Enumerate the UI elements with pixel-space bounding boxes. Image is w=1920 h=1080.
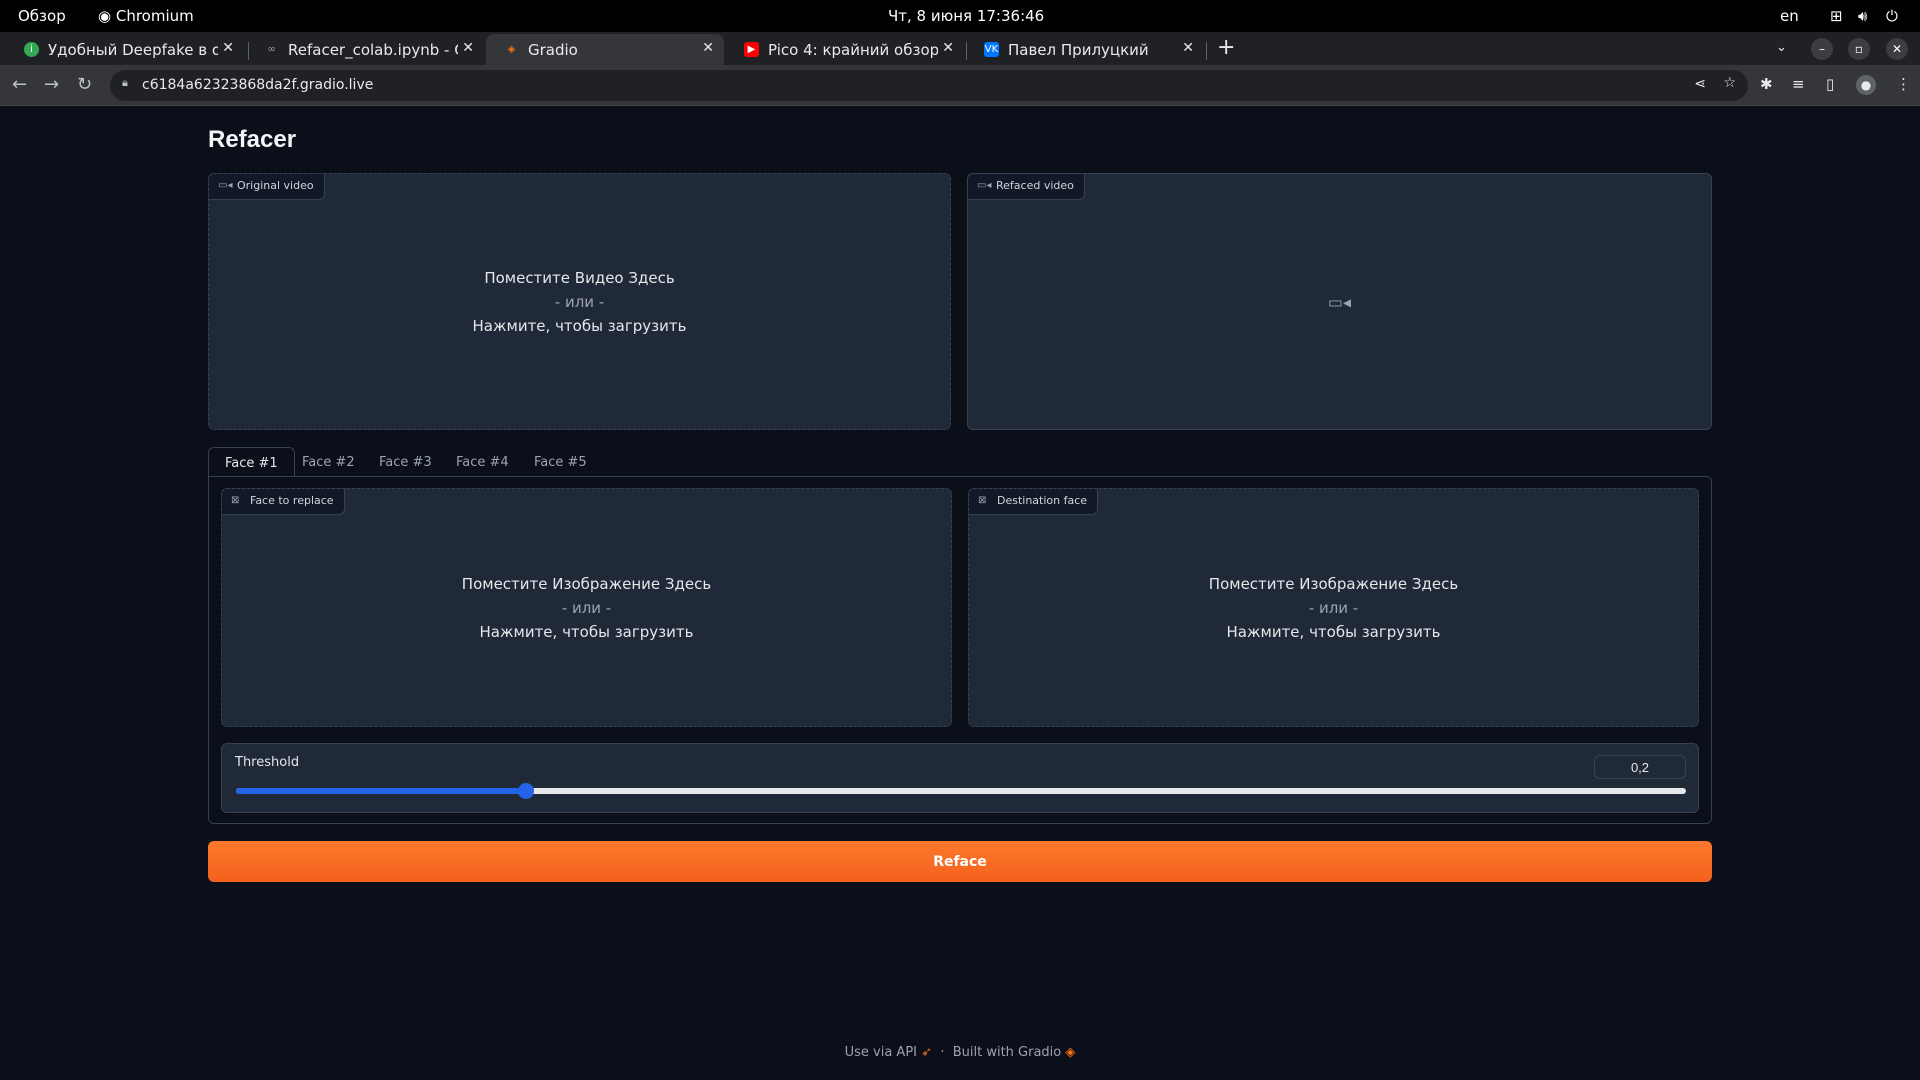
face-tab-panel: ⊠ Face to replace Поместите Изображение З… bbox=[208, 476, 1712, 824]
refaced-video-output: ▭◂ Refaced video ▭◂ bbox=[967, 173, 1712, 430]
tab-title: Павел Прилуцкий bbox=[1008, 41, 1149, 59]
tab-face-4[interactable]: Face #4 bbox=[456, 447, 509, 477]
extensions-icon[interactable]: ✱ bbox=[1760, 75, 1773, 93]
menu-icon[interactable]: ⋮ bbox=[1896, 75, 1911, 93]
close-tab-icon[interactable]: ✕ bbox=[702, 40, 714, 56]
reface-button[interactable]: Reface bbox=[208, 841, 1712, 882]
tab-title: Удобный Deepfake в один bbox=[48, 41, 218, 59]
back-icon[interactable]: ← bbox=[12, 74, 27, 95]
slider-fill bbox=[236, 788, 526, 794]
original-video-label: ▭◂ Original video bbox=[209, 174, 325, 200]
footer: Use via API ➶ · Built with Gradio ◈ bbox=[0, 1045, 1920, 1060]
system-top-bar: Обзор ◉ Chromium Чт, 8 июня 17:36:46 en … bbox=[0, 0, 1920, 32]
built-with-gradio-link[interactable]: Built with Gradio ◈ bbox=[953, 1045, 1076, 1060]
video-icon: ▭◂ bbox=[218, 180, 233, 191]
vk-icon: VK bbox=[984, 42, 999, 57]
browser-tab[interactable]: ▶ Pico 4: крайний обзор на✕ bbox=[726, 34, 964, 65]
close-window-button[interactable]: ✕ bbox=[1886, 38, 1908, 60]
tab-face-2[interactable]: Face #2 bbox=[302, 447, 355, 477]
video-icon: ▭◂ bbox=[977, 180, 992, 191]
threshold-slider[interactable] bbox=[236, 783, 1686, 799]
drop-zone-text: Поместите Изображение Здесь - или - Нажмит… bbox=[1208, 574, 1459, 641]
tab-face-1[interactable]: Face #1 bbox=[208, 447, 295, 477]
tab-search-icon[interactable]: ⌄ bbox=[1776, 40, 1787, 55]
tab-face-5[interactable]: Face #5 bbox=[534, 447, 587, 477]
image-icon: ⊠ bbox=[978, 495, 987, 506]
reload-icon[interactable]: ↻ bbox=[77, 74, 92, 95]
drop-zone-text: Поместите Изображение Здесь - или - Нажмит… bbox=[461, 574, 712, 641]
face-to-replace-upload[interactable]: ⊠ Face to replace Поместите Изображение З… bbox=[221, 488, 952, 727]
bookmark-star-icon[interactable]: ☆ bbox=[1723, 75, 1736, 91]
gradio-icon: ◈ bbox=[507, 44, 516, 55]
slider-thumb[interactable] bbox=[518, 783, 534, 799]
browser-tab[interactable]: ∞ Refacer_colab.ipynb - Colab✕ bbox=[246, 34, 484, 65]
tab-strip: iУдобный Deepfake в один✕ ∞Refacer_colab… bbox=[0, 32, 1920, 65]
threshold-block: Threshold bbox=[221, 743, 1699, 813]
share-icon[interactable]: ⋖ bbox=[1694, 76, 1706, 92]
threshold-number-input[interactable] bbox=[1594, 755, 1686, 779]
forward-icon[interactable]: → bbox=[44, 74, 59, 95]
info-icon: i bbox=[24, 42, 39, 57]
destination-face-label: ⊠ Destination face bbox=[969, 489, 1099, 515]
use-via-api-link[interactable]: Use via API ➶ bbox=[845, 1045, 932, 1060]
url-text: c6184a62323868da2f.gradio.live bbox=[142, 77, 374, 93]
browser-tab[interactable]: i Удобный Deepfake в один✕ bbox=[6, 34, 244, 65]
clock[interactable]: Чт, 8 июня 17:36:46 bbox=[888, 7, 1044, 25]
drop-zone-text: Поместите Видео Здесь - или - Нажмите, что… bbox=[472, 268, 687, 335]
image-icon: ⊠ bbox=[231, 495, 240, 506]
page-title: Refacer bbox=[208, 126, 297, 153]
original-video-upload[interactable]: ▭◂ Original video Поместите Видео Здесь - … bbox=[208, 173, 951, 430]
maximize-button[interactable]: ▫ bbox=[1848, 38, 1870, 60]
close-tab-icon[interactable]: ✕ bbox=[462, 40, 474, 56]
close-tab-icon[interactable]: ✕ bbox=[942, 40, 954, 56]
threshold-label: Threshold bbox=[235, 755, 300, 770]
video-placeholder-icon: ▭◂ bbox=[1327, 292, 1352, 311]
destination-face-upload[interactable]: ⊠ Destination face Поместите Изображение … bbox=[968, 488, 1699, 727]
tab-face-3[interactable]: Face #3 bbox=[379, 447, 432, 477]
app-name: Chromium bbox=[115, 7, 194, 25]
face-to-replace-label: ⊠ Face to replace bbox=[222, 489, 345, 515]
volume-icon[interactable]: 🔊︎ bbox=[1858, 7, 1867, 25]
network-icon[interactable]: ⊞ bbox=[1830, 7, 1843, 25]
chromium-app-menu[interactable]: ◉ Chromium bbox=[98, 7, 194, 25]
tab-title: Pico 4: крайний обзор на bbox=[768, 41, 938, 59]
footer-separator: · bbox=[940, 1045, 945, 1060]
tab-title: Refacer_colab.ipynb - Colab bbox=[288, 41, 458, 59]
browser-tab-active[interactable]: ◈ Gradio ✕ bbox=[486, 34, 724, 65]
lock-icon: 🔒︎ bbox=[122, 76, 128, 89]
youtube-icon: ▶ bbox=[744, 42, 759, 57]
new-tab-button[interactable]: + bbox=[1217, 35, 1235, 60]
rocket-icon: ➶ bbox=[921, 1045, 933, 1060]
media-control-icon[interactable]: ≡ bbox=[1792, 75, 1805, 93]
overview-button[interactable]: Обзор bbox=[18, 7, 66, 25]
close-tab-icon[interactable]: ✕ bbox=[1182, 40, 1194, 56]
tab-title: Gradio bbox=[528, 41, 578, 59]
gradio-logo-icon: ◈ bbox=[1065, 1045, 1076, 1060]
keyboard-layout[interactable]: en bbox=[1780, 7, 1799, 25]
side-panel-icon[interactable]: ▯ bbox=[1826, 75, 1834, 93]
browser-tab[interactable]: VK Павел Прилуцкий ✕ bbox=[966, 34, 1204, 65]
refaced-video-label: ▭◂ Refaced video bbox=[968, 174, 1085, 200]
profile-avatar[interactable]: ● bbox=[1856, 75, 1876, 95]
power-icon[interactable]: ⏻ bbox=[1886, 7, 1898, 25]
minimize-button[interactable]: – bbox=[1811, 38, 1833, 60]
toolbar: ← → ↻ 🔒︎ c6184a62323868da2f.gradio.live … bbox=[0, 65, 1920, 106]
close-tab-icon[interactable]: ✕ bbox=[222, 40, 234, 56]
colab-icon: ∞ bbox=[267, 44, 276, 55]
address-bar[interactable]: 🔒︎ c6184a62323868da2f.gradio.live ⋖ ☆ bbox=[110, 70, 1748, 101]
